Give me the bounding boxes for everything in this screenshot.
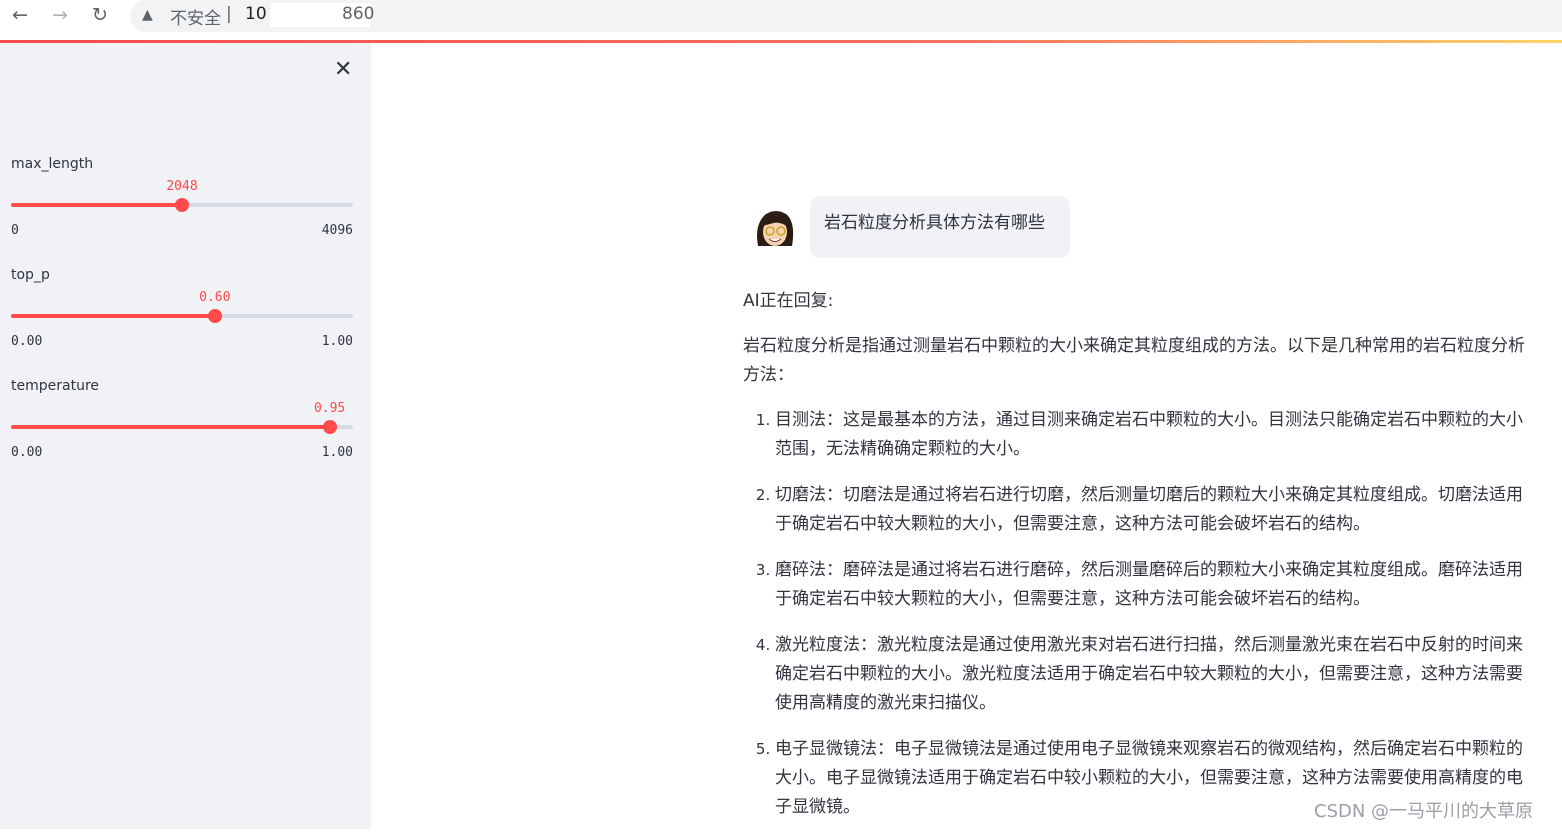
- slider-value: 2048: [166, 179, 198, 194]
- slider-value: 0.60: [199, 290, 231, 305]
- address-host: 10: [245, 4, 267, 24]
- reply-intro: 岩石粒度分析是指通过测量岩石中颗粒的大小来确定其粒度组成的方法。以下是几种常用的…: [743, 336, 1525, 385]
- back-arrow-icon[interactable]: ←: [9, 4, 31, 26]
- slider-track[interactable]: [11, 420, 353, 434]
- insecure-label: 不安全: [170, 9, 221, 29]
- forward-arrow-icon[interactable]: →: [49, 4, 71, 26]
- slider-thumb[interactable]: [175, 198, 189, 212]
- ai-status: AI正在回复:: [743, 291, 834, 311]
- slider-min: 0.00: [11, 334, 43, 349]
- slider-min: 0.00: [11, 445, 43, 460]
- slider-max: 1.00: [321, 334, 353, 349]
- slider-fill: [11, 425, 330, 429]
- slider-value: 0.95: [313, 401, 346, 416]
- reload-icon[interactable]: ↻: [89, 4, 111, 26]
- user-avatar-icon: [752, 206, 798, 252]
- address-port: 860: [342, 4, 375, 24]
- sidebar: ✕ max_length 2048 0 4096 top_p 0.60 0.00…: [0, 43, 371, 829]
- slider-label: max_length: [11, 156, 94, 172]
- slider-label: top_p: [11, 267, 50, 283]
- slider-thumb[interactable]: [207, 309, 222, 323]
- user-message-text: 岩石粒度分析具体方法有哪些: [824, 213, 1045, 233]
- slider-max: 1.00: [321, 445, 353, 460]
- slider-label: temperature: [11, 378, 99, 394]
- ai-reply: AI正在回复: 岩石粒度分析是指通过测量岩石中颗粒的大小来确定其粒度组成的方法。…: [743, 287, 1538, 839]
- user-message-bubble: 岩石粒度分析具体方法有哪些: [810, 196, 1070, 258]
- browser-toolbar: ← → ↻ ▲ 不安全 | 10 860: [0, 0, 1562, 40]
- warning-icon: ▲: [142, 7, 153, 23]
- slider-min: 0: [11, 223, 19, 238]
- slider-max: 4096: [321, 223, 353, 238]
- slider-fill: [11, 203, 182, 207]
- close-icon[interactable]: ✕: [334, 59, 352, 81]
- address-bar[interactable]: ▲ 不安全 | 10 860: [130, 0, 1562, 32]
- slider-track[interactable]: [11, 309, 353, 323]
- list-item: 切磨法：切磨法是通过将岩石进行切磨，然后测量切磨后的颗粒大小来确定其粒度组成。切…: [775, 481, 1538, 539]
- slider-fill: [11, 314, 215, 318]
- list-item: 激光粒度法：激光粒度法是通过使用激光束对岩石进行扫描，然后测量激光束在岩石中反射…: [775, 631, 1538, 718]
- slider-thumb[interactable]: [322, 420, 337, 434]
- watermark: CSDN @一马平川的大草原: [1314, 801, 1534, 822]
- slider-track[interactable]: [11, 198, 353, 212]
- list-item: 磨碎法：磨碎法是通过将岩石进行磨碎，然后测量磨碎后的颗粒大小来确定其粒度组成。磨…: [775, 556, 1538, 614]
- list-item: 目测法：这是最基本的方法，通过目测来确定岩石中颗粒的大小。目测法只能确定岩石中颗…: [775, 406, 1538, 464]
- method-list: 目测法：这是最基本的方法，通过目测来确定岩石中颗粒的大小。目测法只能确定岩石中颗…: [743, 406, 1538, 822]
- address-separator: |: [226, 4, 232, 24]
